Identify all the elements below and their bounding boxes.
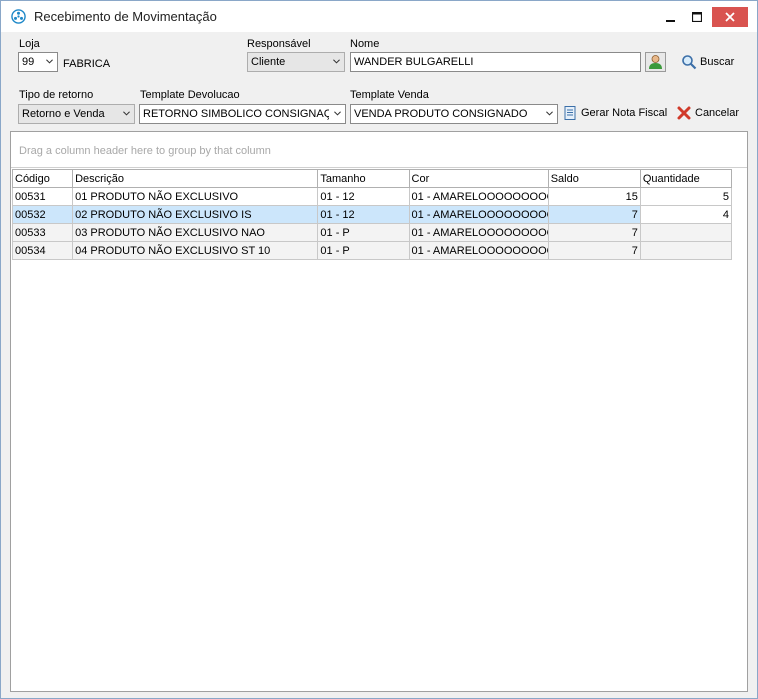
template-devolucao-label: Template Devolucao (140, 89, 240, 101)
tipo-retorno-value: Retorno e Venda (22, 108, 105, 120)
group-panel-divider (11, 167, 747, 168)
cell-descricao[interactable]: 03 PRODUTO NÃO EXCLUSIVO NAO (72, 223, 319, 242)
nome-input[interactable]: WANDER BULGARELLI (350, 52, 641, 72)
column-header-quantidade[interactable]: Quantidade (639, 169, 733, 188)
gerar-nota-fiscal-label: Gerar Nota Fiscal (581, 107, 668, 119)
maximize-button[interactable] (682, 7, 712, 27)
column-header-cor[interactable]: Cor (408, 169, 549, 188)
cancelar-button[interactable]: Cancelar (676, 105, 740, 121)
tipo-retorno-label: Tipo de retorno (19, 89, 94, 101)
loja-select[interactable]: 99 (18, 52, 58, 72)
cell-cor[interactable]: 01 - AMARELOOOOOOOOOOO (408, 223, 549, 242)
column-header-saldo[interactable]: Saldo (547, 169, 641, 188)
cell-saldo[interactable]: 7 (547, 223, 641, 242)
maximize-icon (691, 11, 703, 23)
cell-tamanho[interactable]: 01 - 12 (317, 205, 410, 224)
cell-tamanho[interactable]: 01 - P (317, 241, 410, 260)
user-icon (649, 55, 662, 69)
minimize-icon (666, 20, 675, 22)
template-devolucao-value: RETORNO SIMBOLICO CONSIGNAÇÃO (143, 108, 329, 120)
chevron-down-icon (123, 111, 130, 116)
document-icon (564, 106, 576, 120)
magnifier-icon (682, 55, 697, 70)
nome-label: Nome (350, 38, 380, 50)
cell-saldo[interactable]: 7 (547, 241, 641, 260)
user-search-button[interactable] (645, 52, 666, 72)
template-venda-value: VENDA PRODUTO CONSIGNADO (354, 108, 528, 120)
cell-tamanho[interactable]: 01 - 12 (317, 187, 410, 206)
template-venda-label: Template Venda (350, 89, 429, 101)
chevron-down-icon (333, 59, 340, 64)
responsavel-label: Responsável (247, 38, 311, 50)
chevron-down-icon (334, 111, 341, 116)
buscar-button[interactable]: Buscar (681, 54, 737, 70)
loja-name: FABRICA (63, 58, 111, 70)
loja-value: 99 (22, 56, 35, 68)
table-row[interactable]: 00533 03 PRODUTO NÃO EXCLUSIVO NAO 01 - … (11, 223, 733, 242)
chevron-down-icon (46, 59, 53, 64)
close-icon (725, 12, 735, 22)
cell-quantidade[interactable]: 5 (639, 187, 733, 206)
table-row[interactable]: 00534 04 PRODUTO NÃO EXCLUSIVO ST 10 01 … (11, 241, 733, 260)
template-devolucao-select[interactable]: RETORNO SIMBOLICO CONSIGNAÇÃO (139, 104, 346, 124)
cell-tamanho[interactable]: 01 - P (317, 223, 410, 242)
cell-descricao[interactable]: 04 PRODUTO NÃO EXCLUSIVO ST 10 (72, 241, 319, 260)
cell-saldo[interactable]: 15 (547, 187, 641, 206)
close-button[interactable] (712, 7, 748, 27)
group-panel-hint[interactable]: Drag a column header here to group by th… (19, 145, 271, 157)
main-window: Recebimento de Movimentação Loja 99 FABR… (0, 0, 758, 699)
grid-table: Código Descrição Tamanho Cor Saldo Quant… (11, 169, 733, 260)
cell-descricao[interactable]: 01 PRODUTO NÃO EXCLUSIVO (72, 187, 319, 206)
column-header-tamanho[interactable]: Tamanho (317, 169, 410, 188)
cell-codigo[interactable]: 00533 (11, 223, 74, 242)
responsavel-select[interactable]: Cliente (247, 52, 345, 72)
table-row[interactable]: 00531 01 PRODUTO NÃO EXCLUSIVO 01 - 12 0… (11, 187, 733, 206)
table-row-selected[interactable]: 00532 02 PRODUTO NÃO EXCLUSIVO IS 01 - 1… (11, 205, 733, 224)
grid-header-row: Código Descrição Tamanho Cor Saldo Quant… (11, 169, 733, 188)
loja-label: Loja (19, 38, 40, 50)
cell-codigo[interactable]: 00534 (11, 241, 74, 260)
cell-cor[interactable]: 01 - AMARELOOOOOOOOOOO (408, 187, 549, 206)
cancelar-label: Cancelar (695, 107, 740, 119)
title-bar: Recebimento de Movimentação (1, 1, 757, 32)
buscar-label: Buscar (700, 56, 735, 68)
gerar-nota-fiscal-button[interactable]: Gerar Nota Fiscal (562, 105, 668, 121)
cell-quantidade[interactable]: 4 (639, 205, 733, 224)
column-header-codigo[interactable]: Código (11, 169, 74, 188)
app-swirl-icon (11, 9, 26, 24)
cell-cor[interactable]: 01 - AMARELOOOOOOOOOOO (408, 241, 549, 260)
template-venda-select[interactable]: VENDA PRODUTO CONSIGNADO (350, 104, 558, 124)
cell-saldo[interactable]: 7 (547, 205, 641, 224)
red-x-icon (677, 106, 691, 120)
column-header-descricao[interactable]: Descrição (72, 169, 319, 188)
cell-codigo[interactable]: 00532 (11, 205, 74, 224)
cell-descricao[interactable]: 02 PRODUTO NÃO EXCLUSIVO IS (72, 205, 319, 224)
data-grid[interactable]: Drag a column header here to group by th… (10, 131, 748, 692)
cell-quantidade[interactable] (639, 223, 733, 242)
cell-cor[interactable]: 01 - AMARELOOOOOOOOOOO (408, 205, 549, 224)
cell-quantidade[interactable] (639, 241, 733, 260)
responsavel-value: Cliente (251, 56, 286, 68)
nome-value: WANDER BULGARELLI (354, 56, 474, 68)
tipo-retorno-select[interactable]: Retorno e Venda (18, 104, 135, 124)
chevron-down-icon (546, 111, 553, 116)
window-title: Recebimento de Movimentação (34, 9, 217, 24)
cell-codigo[interactable]: 00531 (11, 187, 74, 206)
